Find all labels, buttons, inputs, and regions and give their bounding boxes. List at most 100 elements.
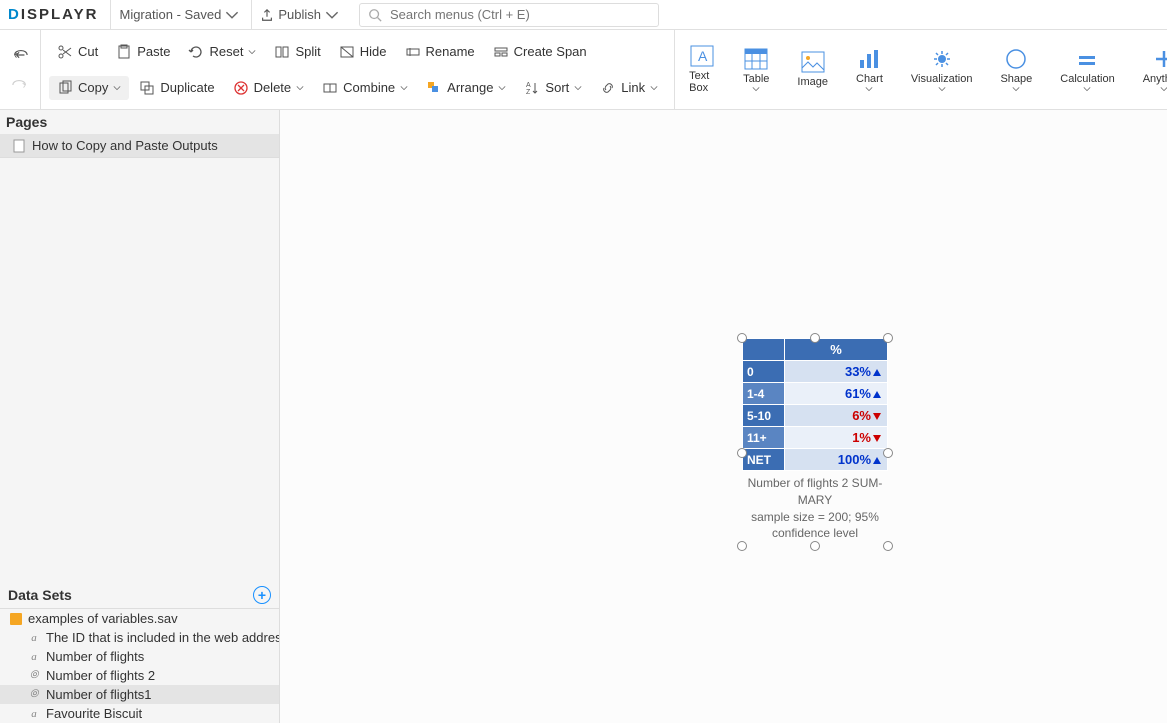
chevron-down-icon: [325, 8, 339, 22]
visualization-icon: [929, 48, 955, 70]
table-header-blank: [743, 339, 785, 361]
selected-table-object[interactable]: % 033%1-461%5-106%11+1%NET100% Number of…: [742, 338, 888, 546]
doc-status-menu[interactable]: Migration - Saved: [110, 0, 247, 29]
variable-item[interactable]: aNumber of flights: [0, 647, 279, 666]
insert-chart[interactable]: Chart: [850, 44, 889, 96]
row-value: 61%: [785, 383, 888, 405]
variable-item[interactable]: aFavourite Biscuit: [0, 704, 279, 723]
row-value: 6%: [785, 405, 888, 427]
insert-table[interactable]: Table: [737, 44, 775, 96]
output-table[interactable]: % 033%1-461%5-106%11+1%NET100%: [742, 338, 888, 471]
delete-button[interactable]: Delete: [225, 76, 313, 100]
link-button[interactable]: Link: [592, 76, 666, 100]
insert-anything[interactable]: Anything: [1137, 44, 1167, 96]
add-dataset-button[interactable]: +: [253, 586, 271, 604]
sort-button[interactable]: AZ Sort: [516, 76, 590, 100]
chevron-down-icon: [248, 48, 256, 56]
arrow-up-icon: [873, 369, 881, 376]
text-var-icon: a: [28, 632, 40, 644]
chevron-down-icon: [574, 84, 582, 92]
insert-panel: A Text Box Table Image Chart Visualizati…: [675, 30, 1167, 109]
history-nav: [0, 30, 41, 109]
resize-handle[interactable]: [810, 541, 820, 551]
text-var-icon: a: [28, 708, 40, 720]
duplicate-button[interactable]: Duplicate: [131, 76, 222, 100]
table-icon: [744, 48, 768, 70]
chevron-down-icon: [1012, 86, 1020, 92]
insert-visualization[interactable]: Visualization: [905, 44, 979, 96]
table-row[interactable]: 11+1%: [743, 427, 888, 449]
resize-handle[interactable]: [737, 333, 747, 343]
search-box[interactable]: [359, 3, 659, 27]
datasets-header: Data Sets +: [0, 582, 279, 609]
table-row[interactable]: 5-106%: [743, 405, 888, 427]
span-icon: [493, 44, 509, 60]
ribbon: Cut Paste Reset Split Hide Rename: [0, 30, 1167, 110]
rename-icon: [405, 44, 421, 60]
publish-label: Publish: [278, 7, 321, 22]
row-value: 33%: [785, 361, 888, 383]
image-icon: [801, 51, 825, 73]
variable-item[interactable]: ⦾Number of flights1: [0, 685, 279, 704]
chevron-down-icon: [1083, 86, 1091, 92]
logo: DISPLAYR: [8, 6, 106, 23]
copy-button[interactable]: Copy: [49, 76, 129, 100]
hide-button[interactable]: Hide: [331, 40, 395, 64]
row-label: NET: [743, 449, 785, 471]
arrange-button[interactable]: Arrange: [418, 76, 514, 100]
sidebar: Pages How to Copy and Paste Outputs Data…: [0, 110, 280, 723]
resize-handle[interactable]: [810, 333, 820, 343]
page-item[interactable]: How to Copy and Paste Outputs: [0, 134, 279, 157]
resize-handle[interactable]: [883, 541, 893, 551]
publish-menu[interactable]: Publish: [251, 0, 347, 29]
row-label: 1-4: [743, 383, 785, 405]
table-row[interactable]: 033%: [743, 361, 888, 383]
combine-icon: [322, 80, 338, 96]
create-span-button[interactable]: Create Span: [485, 40, 595, 64]
variable-item[interactable]: ⦾Number of flights 2: [0, 666, 279, 685]
chevron-down-icon: [650, 84, 658, 92]
categorical-icon: ⦾: [28, 670, 40, 682]
rename-button[interactable]: Rename: [397, 40, 483, 64]
redo-button[interactable]: [12, 78, 28, 92]
combine-button[interactable]: Combine: [314, 76, 416, 100]
page-label: How to Copy and Paste Outputs: [32, 138, 218, 153]
search-input[interactable]: [390, 7, 650, 22]
chevron-down-icon: [400, 84, 408, 92]
clipboard-icon: [116, 44, 132, 60]
insert-calculation[interactable]: Calculation: [1054, 44, 1120, 96]
row-value: 1%: [785, 427, 888, 449]
canvas[interactable]: % 033%1-461%5-106%11+1%NET100% Number of…: [280, 110, 1167, 723]
pages-header: Pages: [0, 110, 279, 134]
chevron-down-icon: [498, 84, 506, 92]
main-area: Pages How to Copy and Paste Outputs Data…: [0, 110, 1167, 723]
chevron-down-icon: [865, 86, 873, 92]
resize-handle[interactable]: [737, 541, 747, 551]
categorical-icon: ⦾: [28, 689, 40, 701]
resize-handle[interactable]: [883, 448, 893, 458]
svg-text:A: A: [698, 48, 708, 64]
insert-shape[interactable]: Shape: [994, 44, 1038, 96]
cut-button[interactable]: Cut: [49, 40, 106, 64]
publish-icon: [260, 8, 274, 22]
undo-button[interactable]: [12, 48, 28, 62]
resize-handle[interactable]: [883, 333, 893, 343]
insert-image[interactable]: Image: [791, 47, 834, 92]
table-header-pct: %: [785, 339, 888, 361]
row-value: 100%: [785, 449, 888, 471]
resize-handle[interactable]: [737, 448, 747, 458]
paste-button[interactable]: Paste: [108, 40, 178, 64]
variable-item[interactable]: aThe ID that is included in the web addr…: [0, 628, 279, 647]
dataset-file[interactable]: examples of variables.sav: [0, 609, 279, 628]
insert-textbox[interactable]: A Text Box: [683, 41, 721, 98]
arrow-up-icon: [873, 391, 881, 398]
split-button[interactable]: Split: [266, 40, 328, 64]
link-icon: [600, 80, 616, 96]
reset-button[interactable]: Reset: [180, 40, 264, 64]
arrow-down-icon: [873, 413, 881, 420]
table-row[interactable]: 1-461%: [743, 383, 888, 405]
chart-icon: [857, 48, 881, 70]
text-var-icon: a: [28, 651, 40, 663]
split-icon: [274, 44, 290, 60]
table-row[interactable]: NET100%: [743, 449, 888, 471]
